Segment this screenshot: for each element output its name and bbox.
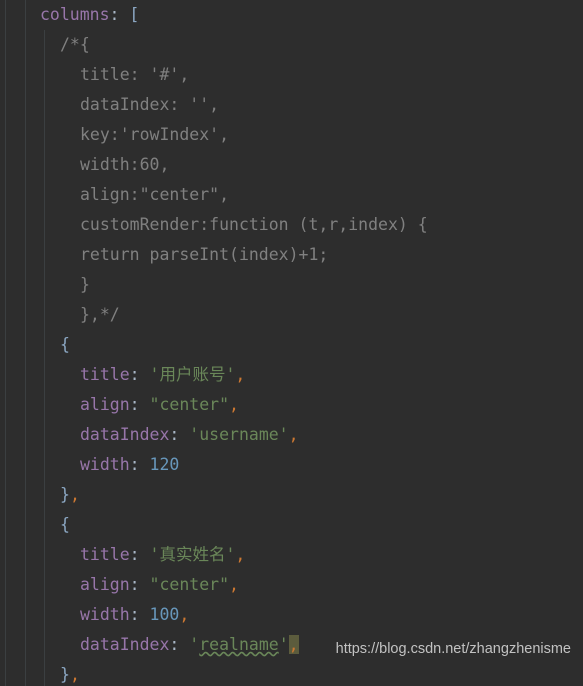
code-line[interactable]: key:'rowIndex', <box>0 120 583 150</box>
code-token: : <box>129 455 150 474</box>
code-token: } <box>80 275 90 294</box>
code-line[interactable]: align: "center", <box>0 570 583 600</box>
code-editor-viewport[interactable]: columns: [/*{title: '#', dataIndex: '', ke… <box>0 0 583 686</box>
code-token: width <box>80 605 130 624</box>
code-token: , <box>235 545 246 564</box>
code-line[interactable]: align:"center", <box>0 180 583 210</box>
code-token: },*/ <box>80 305 120 324</box>
code-token: dataIndex <box>80 635 170 654</box>
code-line[interactable]: },*/ <box>0 300 583 330</box>
code-token: : <box>129 365 150 384</box>
code-line[interactable]: { <box>0 330 583 360</box>
code-line[interactable]: return parseInt(index)+1; <box>0 240 583 270</box>
code-token: : <box>129 395 150 414</box>
code-token: , <box>69 485 80 504</box>
code-line[interactable]: }, <box>0 480 583 510</box>
code-token: , <box>229 575 239 594</box>
code-token: : <box>109 5 130 24</box>
code-token: columns <box>40 5 110 24</box>
code-line[interactable]: align: "center", <box>0 390 583 420</box>
code-line[interactable]: title: '真实姓名', <box>0 540 583 570</box>
code-token: , <box>179 605 190 624</box>
code-token: customRender:function (t,r,index) { <box>80 215 428 234</box>
code-token: : <box>129 545 150 564</box>
code-line[interactable]: columns: [ <box>0 0 583 30</box>
code-line[interactable]: { <box>0 510 583 540</box>
code-line[interactable]: customRender:function (t,r,index) { <box>0 210 583 240</box>
code-token: align:"center", <box>80 185 230 204</box>
code-token: title <box>80 365 130 384</box>
code-token: "center" <box>149 395 230 414</box>
code-token: dataIndex <box>80 425 170 444</box>
code-token: : <box>169 425 190 444</box>
code-line[interactable]: title: '#', <box>0 60 583 90</box>
code-token: , <box>235 365 246 384</box>
code-token: , <box>288 635 299 654</box>
code-token: } <box>60 485 70 504</box>
code-token: title <box>80 545 130 564</box>
code-token: { <box>60 515 70 534</box>
code-token: 'username' <box>189 425 289 444</box>
code-token: : <box>169 635 190 654</box>
watermark-url: https://blog.csdn.net/zhangzhenisme <box>335 641 571 657</box>
code-line[interactable]: /*{ <box>0 30 583 60</box>
code-token: "center" <box>149 575 230 594</box>
code-token: , <box>288 425 299 444</box>
code-token: '真实姓名' <box>149 545 236 564</box>
code-token: realname <box>199 635 279 654</box>
code-line[interactable]: width: 100, <box>0 600 583 630</box>
code-token: width:60, <box>80 155 170 174</box>
code-token: '用户账号' <box>149 365 236 384</box>
code-token: /*{ <box>60 35 90 54</box>
code-line[interactable]: dataIndex: 'username', <box>0 420 583 450</box>
code-token: width <box>80 455 130 474</box>
code-line[interactable]: dataIndex: '', <box>0 90 583 120</box>
code-token: : <box>129 575 150 594</box>
code-token: : <box>129 605 150 624</box>
code-token: , <box>229 395 239 414</box>
code-line[interactable]: title: '用户账号', <box>0 360 583 390</box>
code-token: [ <box>129 5 140 24</box>
code-token: title: '#', <box>80 65 190 84</box>
code-token: } <box>60 665 70 684</box>
code-token: 100 <box>149 605 180 624</box>
code-token: , <box>69 665 80 684</box>
code-token: align <box>80 395 130 414</box>
code-line[interactable]: width:60, <box>0 150 583 180</box>
code-token: return parseInt(index)+1; <box>80 245 329 264</box>
code-token: ' <box>189 635 200 654</box>
code-token: key:'rowIndex', <box>80 125 230 144</box>
code-token: 120 <box>149 455 180 474</box>
code-line[interactable]: } <box>0 270 583 300</box>
code-line[interactable]: width: 120 <box>0 450 583 480</box>
code-token: ' <box>278 635 289 654</box>
code-token: { <box>60 335 70 354</box>
code-token: dataIndex: '', <box>80 95 220 114</box>
code-token: align <box>80 575 130 594</box>
code-content[interactable]: columns: [/*{title: '#', dataIndex: '', ke… <box>0 0 583 686</box>
